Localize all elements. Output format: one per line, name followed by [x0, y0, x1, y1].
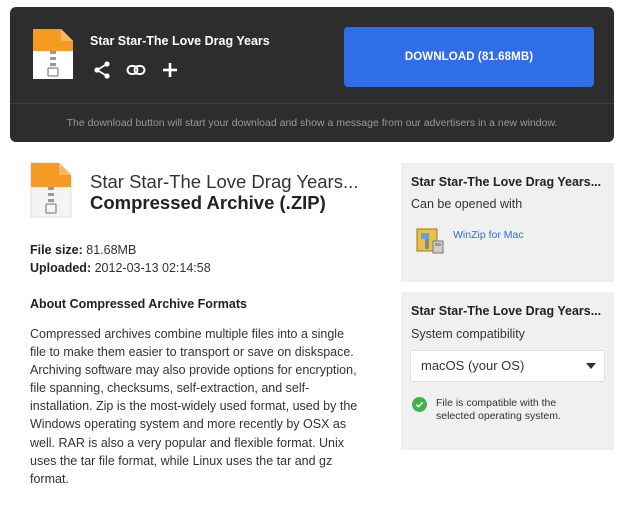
open-with-label: Can be opened with	[411, 197, 523, 211]
file-size-row: File size: 81.68MB	[30, 241, 211, 259]
header-file-title: Star Star-The Love Drag Years	[90, 34, 270, 48]
open-with-panel: Star Star-The Love Drag Years... Can be …	[401, 163, 614, 282]
file-name: Star Star-The Love Drag Years...	[90, 171, 359, 192]
plus-icon[interactable]	[160, 60, 180, 80]
app-link-winzip[interactable]: WinZip for Mac	[415, 225, 524, 260]
file-meta: File size: 81.68MB Uploaded: 2012-03-13 …	[30, 241, 211, 277]
os-select[interactable]: macOS (your OS)	[410, 350, 605, 382]
share-icon[interactable]	[92, 60, 112, 80]
zip-file-icon	[29, 161, 73, 224]
compatibility-text: File is compatible with the selected ope…	[436, 397, 561, 422]
download-button[interactable]: DOWNLOAD (81.68MB)	[344, 27, 594, 87]
download-header: Star Star-The Love Drag Years DOWNLOAD (…	[10, 7, 614, 142]
file-size-value: 81.68MB	[86, 243, 137, 257]
download-notice: The download button will start your down…	[10, 103, 614, 142]
uploaded-value: 2012-03-13 02:14:58	[94, 261, 211, 275]
compatibility-label: System compatibility	[411, 327, 525, 341]
header-actions	[92, 60, 180, 80]
file-size-label: File size:	[30, 243, 83, 257]
os-select-value: macOS (your OS)	[421, 358, 525, 373]
link-icon[interactable]	[126, 60, 146, 80]
about-description: Compressed archives combine multiple fil…	[30, 327, 358, 486]
app-name: WinZip for Mac	[453, 229, 524, 241]
compatibility-status: File is compatible with the selected ope…	[412, 397, 596, 423]
compatibility-panel-title: Star Star-The Love Drag Years...	[411, 304, 602, 318]
chevron-down-icon	[586, 363, 596, 369]
check-circle-icon	[412, 397, 427, 412]
uploaded-label: Uploaded:	[30, 261, 92, 275]
file-type: Compressed Archive (.ZIP)	[90, 192, 326, 213]
uploaded-row: Uploaded: 2012-03-13 02:14:58	[30, 259, 211, 277]
open-with-panel-title: Star Star-The Love Drag Years...	[411, 175, 602, 189]
zip-file-icon	[31, 27, 75, 86]
about-heading: About Compressed Archive Formats	[30, 297, 247, 311]
winzip-icon	[415, 225, 445, 260]
compatibility-panel: Star Star-The Love Drag Years... System …	[401, 292, 614, 450]
